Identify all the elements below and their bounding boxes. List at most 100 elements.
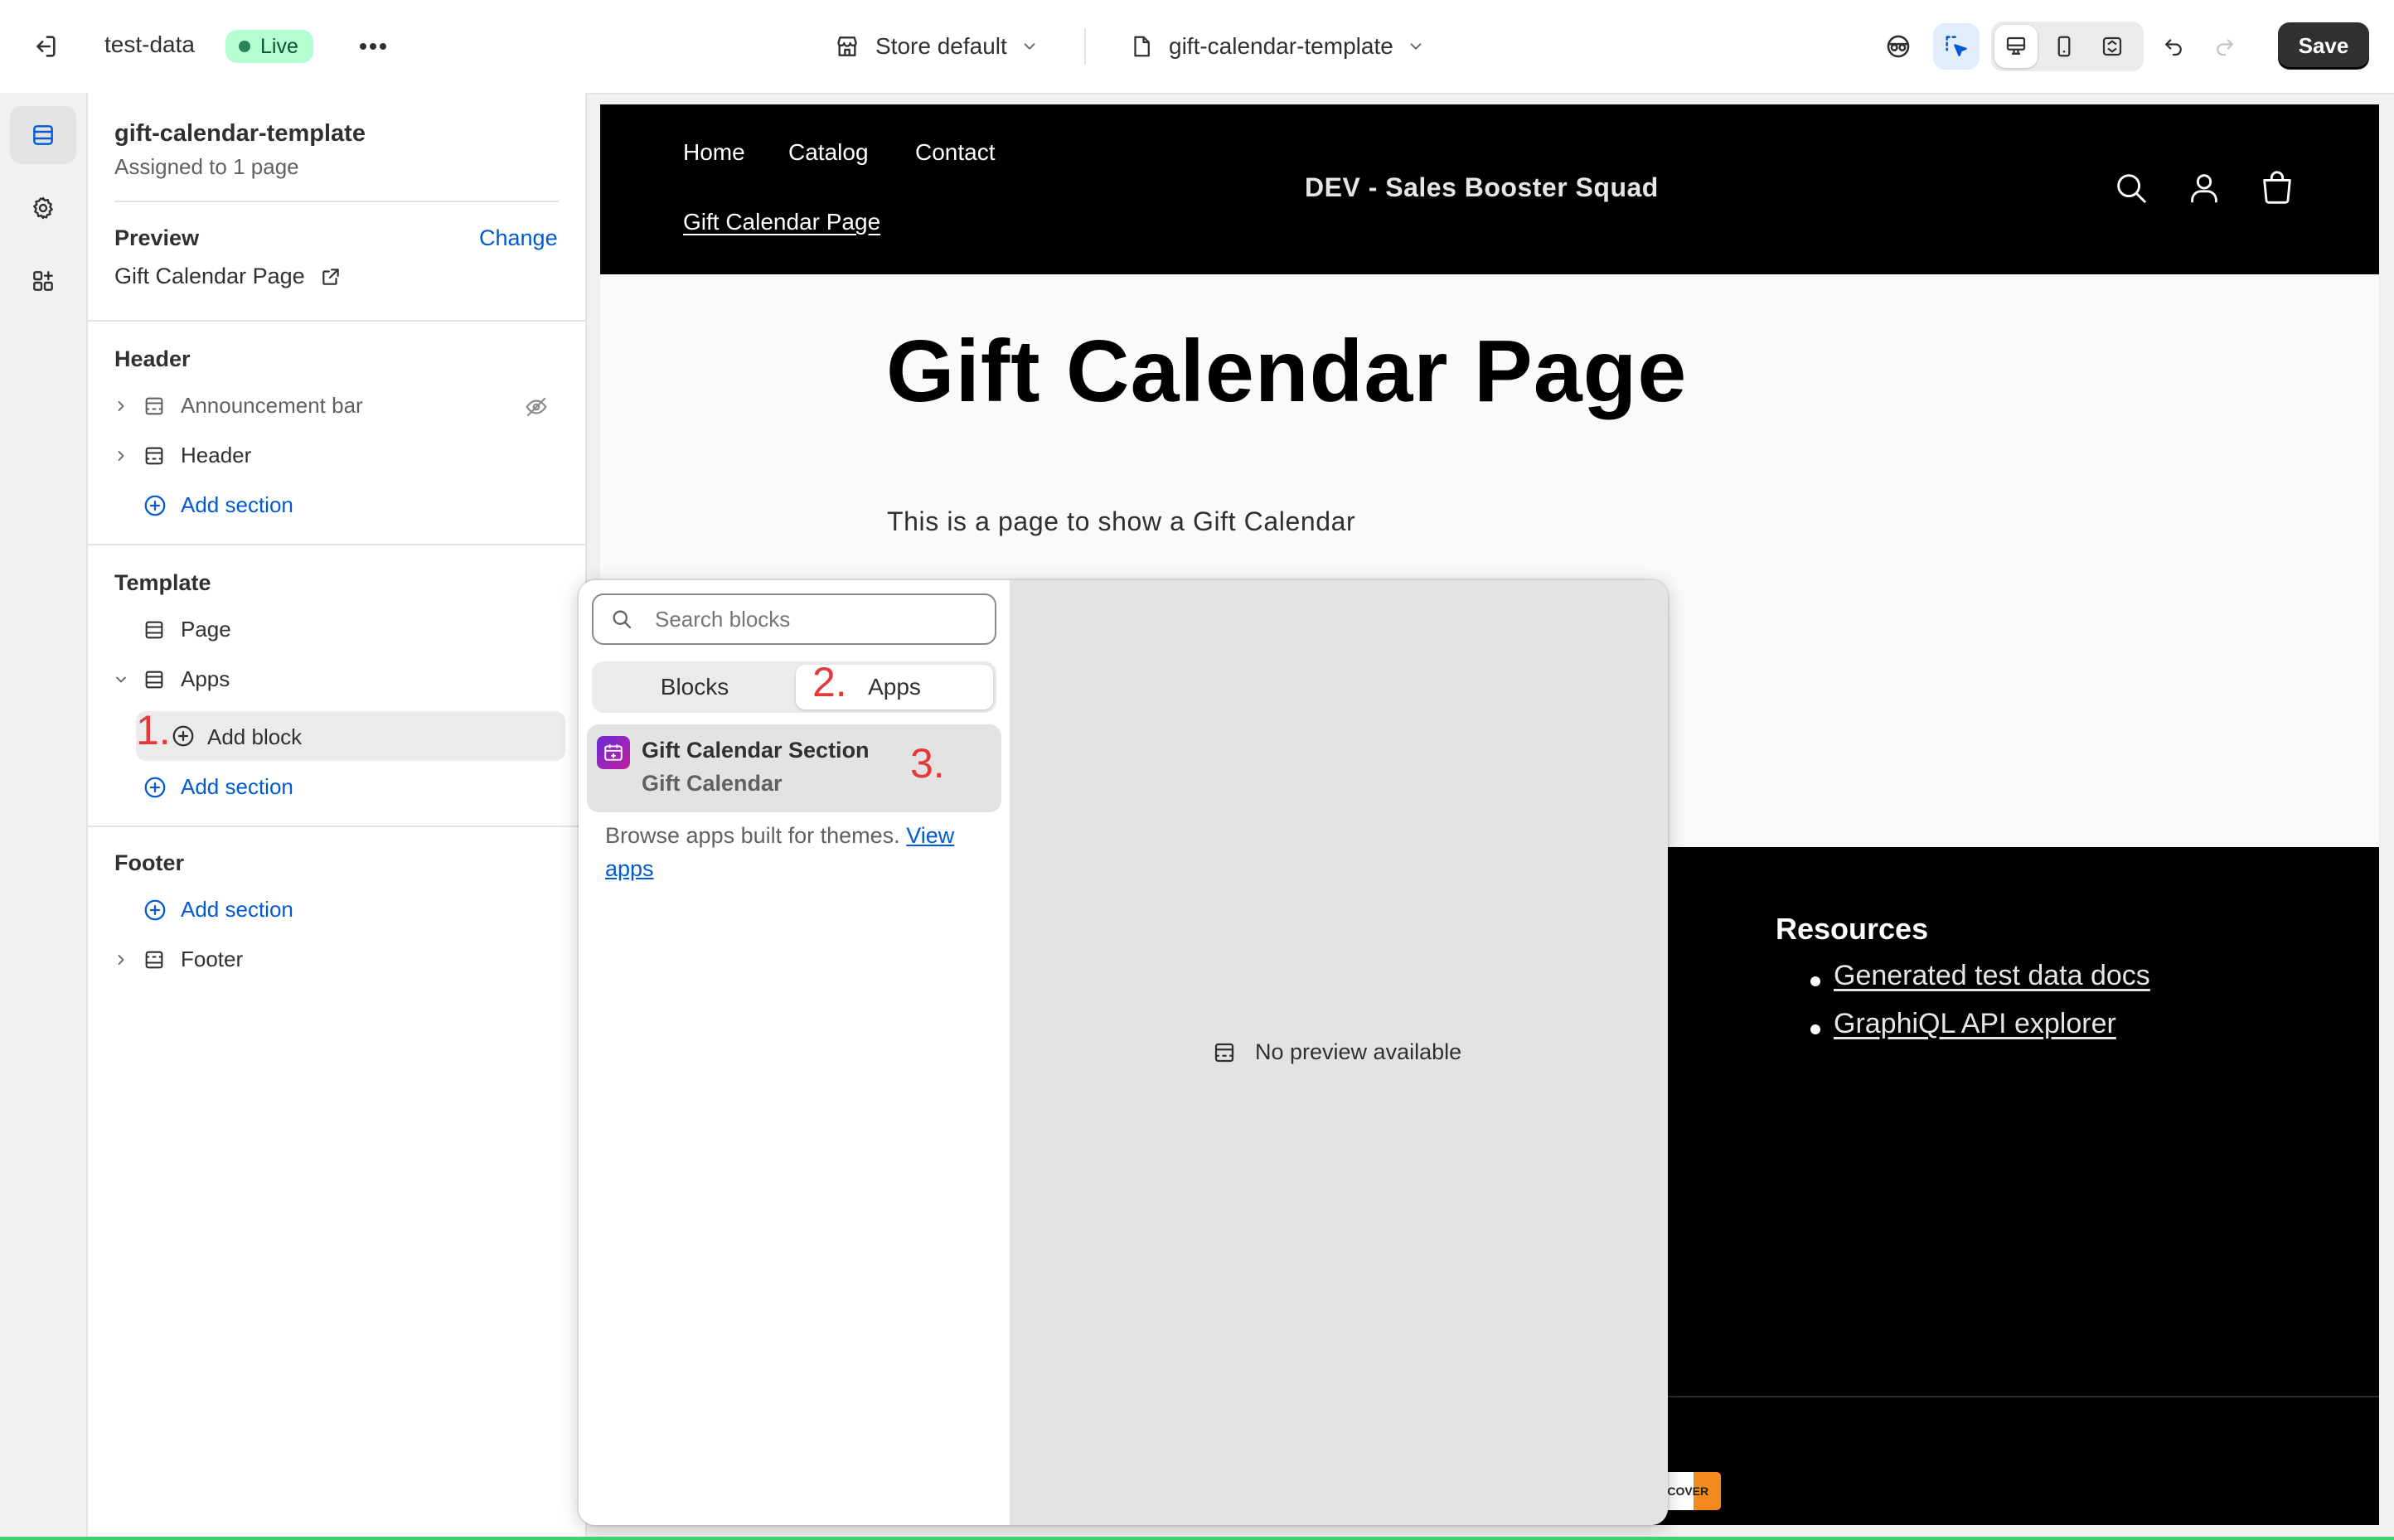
fullscreen-button[interactable]	[2091, 25, 2134, 68]
more-actions-button[interactable]	[351, 25, 395, 68]
section-item-footer[interactable]: Footer	[88, 937, 569, 983]
section-item-label: Footer	[181, 947, 244, 971]
live-dot-icon	[239, 41, 250, 52]
redo-button[interactable]	[2203, 25, 2246, 68]
divider	[88, 544, 585, 545]
preview-heading: Preview	[114, 225, 200, 250]
store-brand[interactable]: DEV - Sales Booster Squad	[1305, 172, 1659, 203]
footer-group-title: Footer	[114, 850, 184, 875]
template-assignment: Assigned to 1 page	[114, 154, 299, 179]
add-section-label: Add section	[181, 492, 293, 517]
page-title: Gift Calendar Page	[886, 322, 1688, 420]
store-icon	[837, 36, 857, 56]
top-bar: test-data Live Store default gift-calend…	[0, 0, 2394, 94]
add-section-header[interactable]: Add section	[88, 482, 569, 529]
section-item-page[interactable]: Page	[88, 607, 569, 653]
chevron-right-icon	[118, 451, 124, 461]
theme-settings-tab[interactable]	[10, 179, 76, 237]
store-name: test-data	[104, 31, 195, 57]
chevron-right-icon	[118, 401, 124, 411]
store-nav-gift-calendar[interactable]: Gift Calendar Page	[683, 209, 880, 235]
section-item-label: Page	[181, 617, 231, 642]
store-nav-contact[interactable]: Contact	[915, 139, 996, 166]
section-item-header[interactable]: Header	[88, 433, 569, 479]
divider	[88, 320, 585, 322]
plus-circle-icon	[144, 899, 166, 921]
section-icon	[145, 397, 163, 415]
section-icon	[145, 447, 163, 465]
divider	[114, 201, 559, 202]
plus-circle-icon	[144, 495, 166, 516]
section-item-label: Apps	[181, 666, 230, 691]
bullet	[1810, 1024, 1820, 1034]
undo-button[interactable]	[2152, 25, 2195, 68]
section-item-announcement-bar[interactable]: Announcement bar	[88, 383, 569, 429]
view-apps-link[interactable]: apps	[605, 856, 654, 881]
no-preview-label: No preview available	[1255, 1039, 1462, 1064]
store-header: Home Catalog Contact Gift Calendar Page …	[600, 104, 2379, 274]
add-section-template[interactable]: Add section	[88, 764, 569, 811]
view-apps-link[interactable]: View	[906, 823, 954, 848]
template-selector-label: gift-calendar-template	[1169, 33, 1393, 59]
template-group-title: Template	[114, 570, 211, 595]
add-block-row[interactable]: Add block	[136, 711, 565, 761]
annotation-step-1: 1.	[136, 707, 171, 753]
apps-icon	[33, 271, 53, 291]
template-selector[interactable]: gift-calendar-template	[1129, 30, 1425, 63]
annotation-step-2: 2.	[812, 659, 847, 705]
preview-page-label: Gift Calendar Page	[114, 264, 305, 288]
change-preview-link[interactable]: Change	[479, 225, 558, 251]
gear-icon	[33, 196, 53, 220]
undo-icon	[2165, 39, 2182, 56]
page-body-text: This is a page to show a Gift Calendar	[887, 506, 1356, 536]
file-icon	[1134, 36, 1150, 57]
preview-page-link[interactable]: Gift Calendar Page	[114, 264, 342, 289]
store-selector[interactable]: Store default	[834, 30, 1039, 63]
plus-circle-icon	[144, 777, 166, 798]
sections-panel: gift-calendar-template Assigned to 1 pag…	[88, 93, 587, 1540]
left-rail	[0, 93, 88, 1540]
no-preview-message: No preview available	[1212, 1039, 1461, 1065]
store-nav-home[interactable]: Home	[683, 139, 745, 166]
app-embeds-tab[interactable]	[10, 252, 76, 310]
search-icon[interactable]	[2112, 169, 2150, 207]
inspector-button[interactable]	[1877, 25, 1920, 68]
glasses-icon	[1887, 35, 1910, 58]
expand-icon	[2102, 36, 2122, 56]
add-section-label: Add section	[181, 897, 293, 922]
divider	[88, 826, 585, 827]
app-block-subtitle: Gift Calendar	[642, 771, 783, 796]
exit-button[interactable]	[23, 25, 66, 68]
cart-icon[interactable]	[2258, 169, 2296, 207]
plus-circle-icon	[172, 725, 194, 747]
mobile-icon	[2057, 36, 2071, 57]
store-nav-catalog[interactable]: Catalog	[788, 139, 869, 166]
footer-link[interactable]: GraphiQL API explorer	[1834, 1008, 2116, 1040]
block-picker-popover: Blocks Apps Gift Calendar Section Gift C…	[579, 580, 1668, 1525]
search-blocks-field[interactable]	[592, 593, 996, 645]
footer-link[interactable]: Generated test data docs	[1834, 960, 2150, 992]
section-icon	[145, 671, 163, 689]
add-section-label: Add section	[181, 774, 293, 799]
desktop-view-button[interactable]	[1994, 25, 2038, 68]
section-item-apps[interactable]: Apps	[88, 656, 569, 703]
section-icon	[145, 621, 163, 639]
add-section-footer[interactable]: Add section	[88, 887, 569, 933]
add-block-label: Add block	[207, 724, 303, 749]
account-icon[interactable]	[2185, 169, 2223, 207]
template-title: gift-calendar-template	[114, 120, 366, 147]
select-element-button[interactable]	[1933, 23, 1980, 70]
mobile-view-button[interactable]	[2043, 25, 2086, 68]
app-block-title: Gift Calendar Section	[642, 738, 870, 763]
browse-apps-text: Browse apps built for themes. View apps	[605, 819, 995, 885]
section-icon	[145, 951, 163, 969]
save-button[interactable]: Save	[2278, 22, 2369, 69]
search-blocks-input[interactable]	[653, 605, 988, 633]
tab-blocks[interactable]: Blocks	[595, 665, 794, 709]
window-frame-accent	[0, 1537, 2394, 1540]
exit-icon	[36, 36, 56, 57]
cursor-select-icon	[1946, 36, 1967, 56]
ellipsis-icon	[360, 43, 386, 50]
sections-tab[interactable]	[10, 106, 76, 164]
hidden-eye-icon[interactable]	[524, 395, 549, 419]
